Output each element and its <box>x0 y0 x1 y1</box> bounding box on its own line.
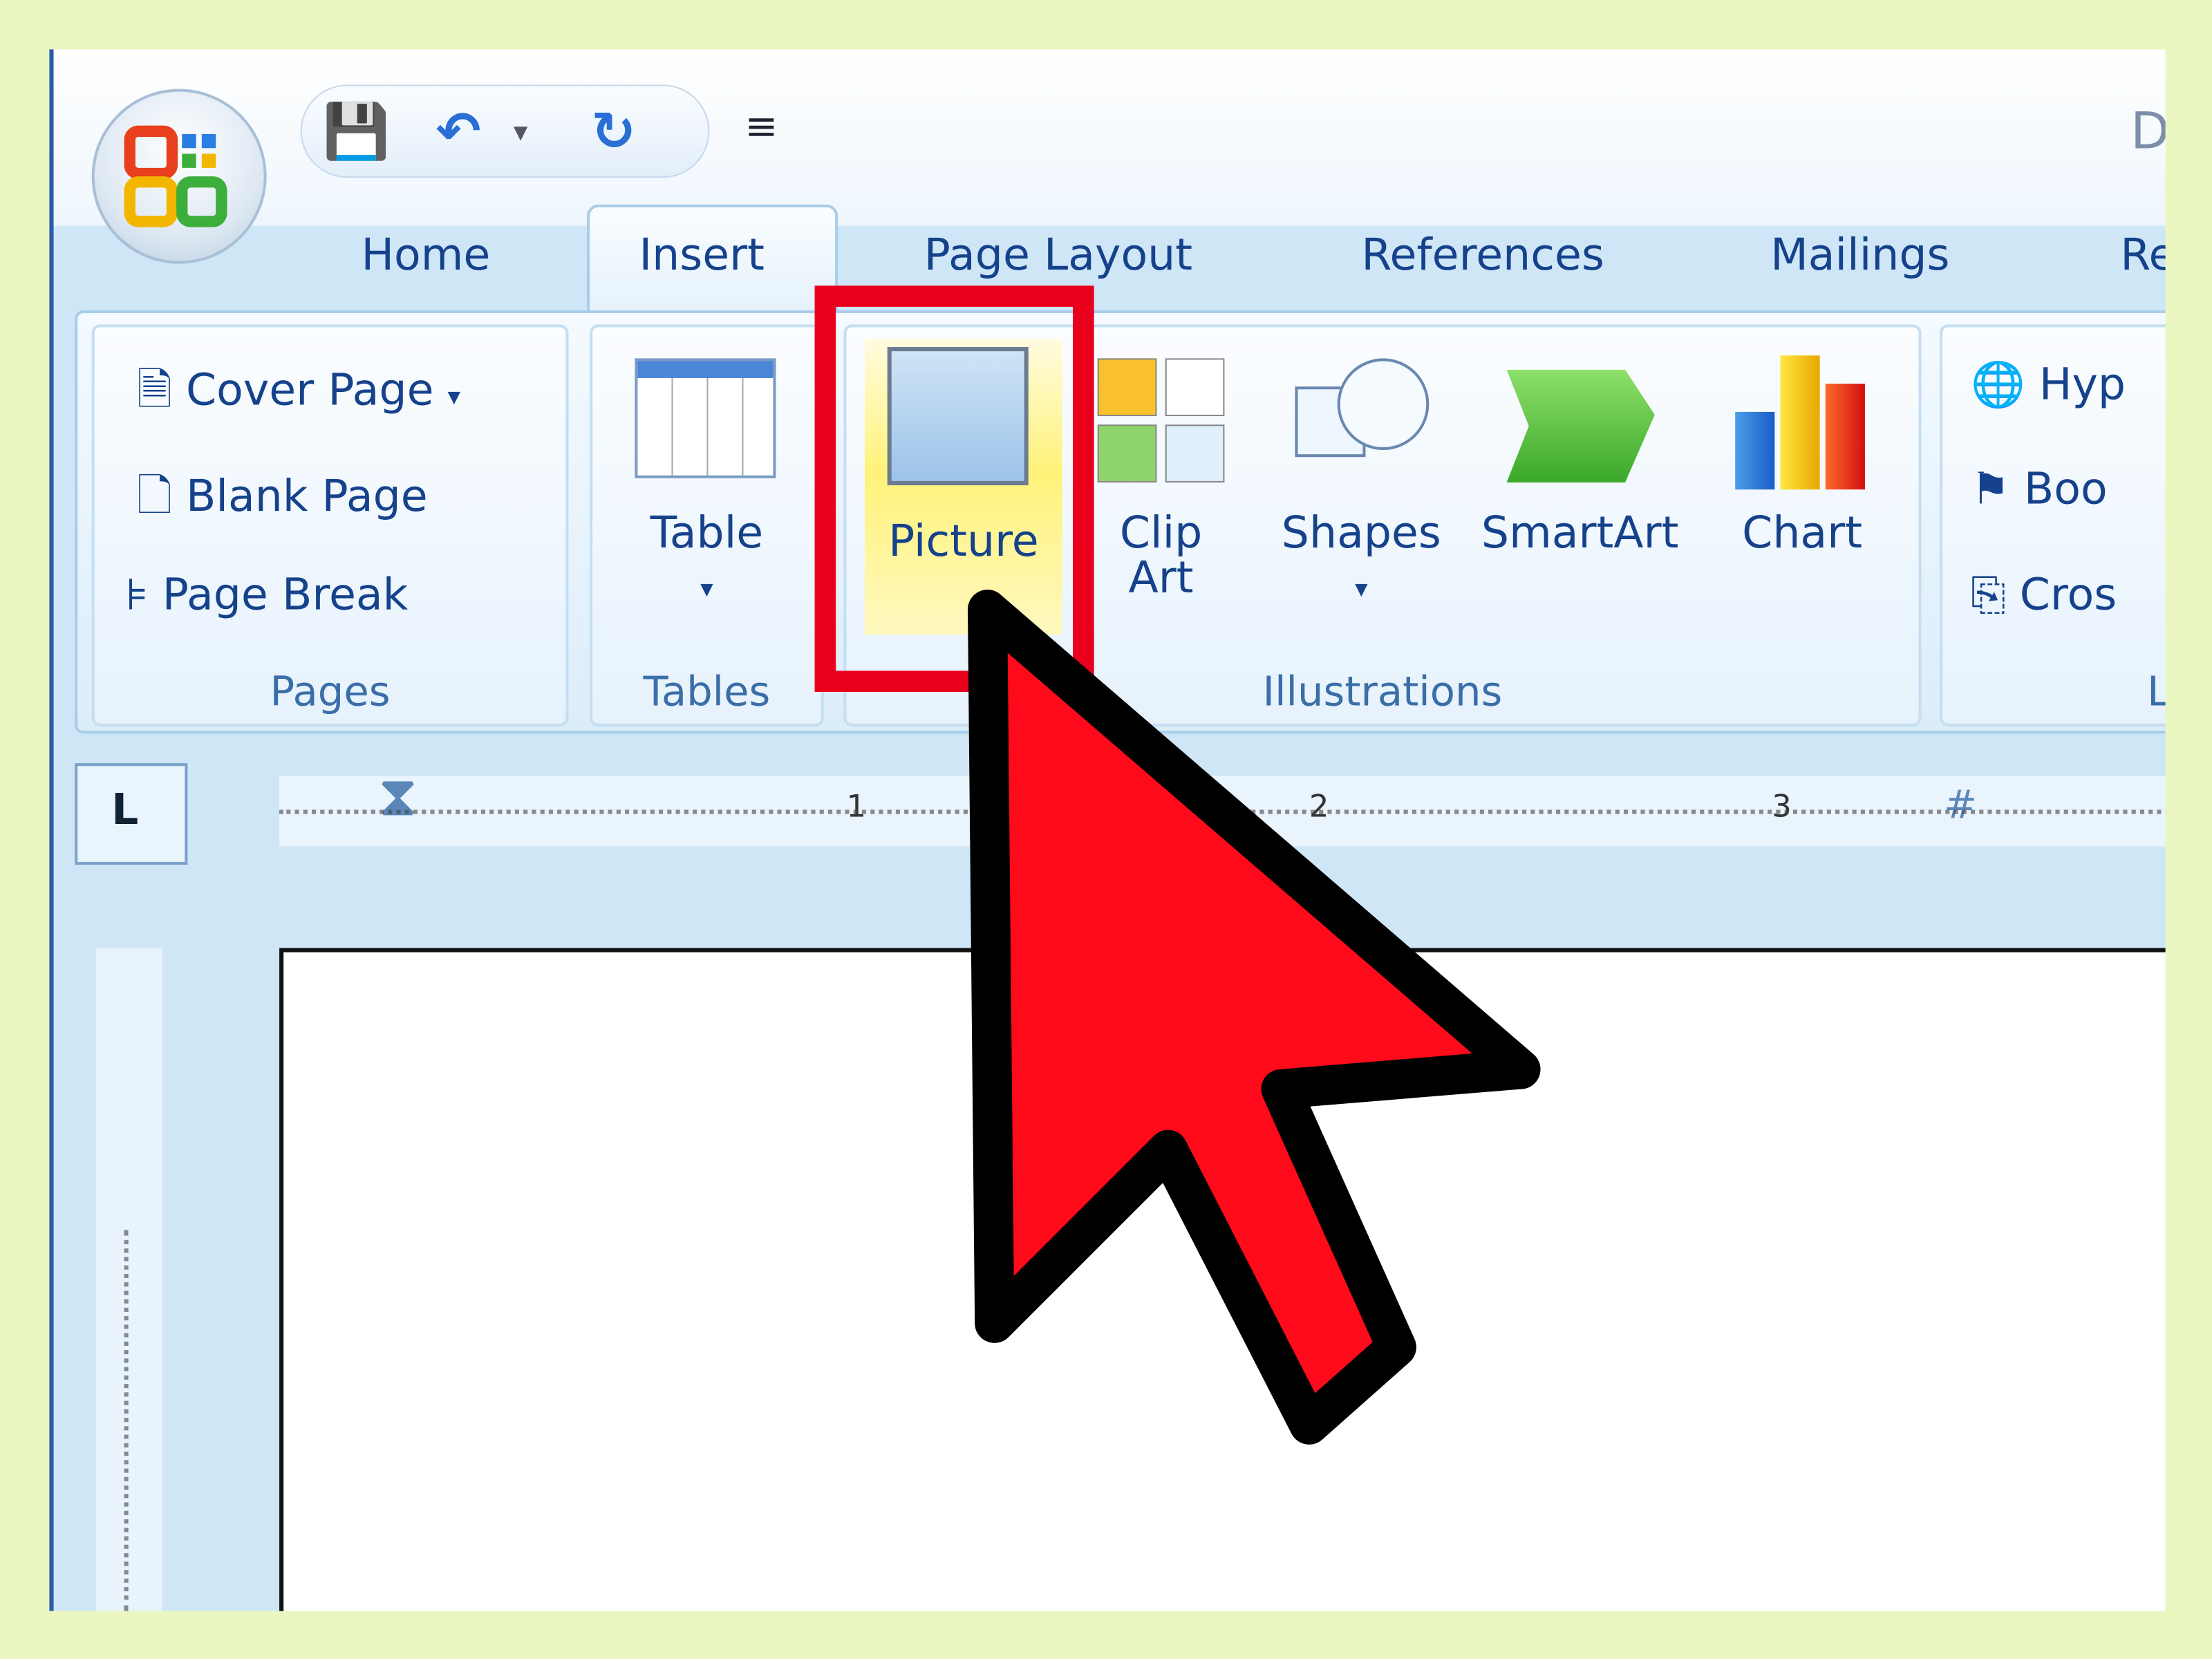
tab-insert[interactable]: Insert <box>639 230 764 281</box>
chart-button[interactable]: Chart <box>1714 511 1891 556</box>
table-button[interactable]: Table <box>592 511 821 556</box>
picture-button[interactable]: Picture <box>865 338 1062 635</box>
vertical-ruler[interactable] <box>95 948 162 1611</box>
chart-icon[interactable] <box>1735 355 1869 490</box>
undo-icon[interactable]: ↶ <box>436 103 481 160</box>
group-label-pages: Pages <box>270 667 391 715</box>
group-links: 🌐 Hyp ⚑ Boo ⎘ Cros L <box>1940 324 2166 727</box>
horizontal-ruler[interactable]: ⧗ 1 2 3 # <box>279 765 2166 847</box>
quick-access-toolbar: 💾 ↶ ▾ ↻ <box>300 84 710 178</box>
tab-home[interactable]: Home <box>361 230 490 281</box>
chevron-down-icon: ▾ <box>447 382 461 412</box>
redo-icon[interactable]: ↻ <box>591 103 636 160</box>
blank-page-icon: 🗋 <box>136 471 172 523</box>
office-logo-icon <box>124 125 227 227</box>
document-page[interactable] <box>279 948 2166 1611</box>
chevron-down-icon: ▾ <box>1355 574 1368 604</box>
screenshot: D 💾 ↶ ▾ ↻ ≡ Home Insert Page Layout Refe… <box>0 0 2212 1659</box>
tab-page-layout[interactable]: Page Layout <box>924 230 1192 281</box>
ribbon: 🗎 Cover Page ▾ 🗋 Blank Page ⊧ Page Break… <box>75 310 2166 734</box>
picture-icon <box>887 347 1029 486</box>
group-label-illustrations: Illustrations <box>1262 667 1503 715</box>
tab-mailings[interactable]: Mailings <box>1770 230 1949 281</box>
indent-marker-icon[interactable]: ⧗ <box>378 765 418 830</box>
word-window: D 💾 ↶ ▾ ↻ ≡ Home Insert Page Layout Refe… <box>49 49 2166 1611</box>
bookmark-flag-icon: ⚑ <box>1970 464 2010 515</box>
group-illustrations: Picture Clip Art Shapes ▾ SmartArt Chart … <box>843 324 1922 727</box>
tab-review[interactable]: Re <box>2120 230 2165 281</box>
smartart-icon[interactable] <box>1506 369 1655 482</box>
smartart-button[interactable]: SmartArt <box>1474 511 1686 556</box>
tab-references[interactable]: References <box>1361 230 1604 281</box>
cover-page-button[interactable]: 🗎 Cover Page ▾ <box>137 358 460 433</box>
page-break-button[interactable]: ⊧ Page Break <box>126 570 409 620</box>
window-title: D <box>2130 103 2165 161</box>
group-tables: Table ▾ Tables <box>590 324 824 727</box>
blank-page-button[interactable]: 🗋 Blank Page <box>137 464 428 538</box>
cover-page-icon: 🗎 <box>136 365 172 417</box>
left-tab-icon: L <box>111 785 139 836</box>
undo-dropdown-icon[interactable]: ▾ <box>514 103 528 160</box>
shapes-button[interactable]: Shapes <box>1270 511 1453 556</box>
group-pages: 🗎 Cover Page ▾ 🗋 Blank Page ⊧ Page Break… <box>91 324 569 727</box>
hyperlink-button[interactable]: 🌐 Hyp <box>1970 358 2126 411</box>
globe-link-icon: 🌐 <box>1970 359 2025 411</box>
bookmark-button[interactable]: ⚑ Boo <box>1971 464 2108 514</box>
shapes-icon[interactable] <box>1295 358 1430 485</box>
clip-art-button[interactable]: Clip Art <box>1098 511 1225 601</box>
cross-reference-icon: ⎘ <box>1970 570 2006 621</box>
page-break-icon: ⊧ <box>125 570 149 621</box>
customize-qat-icon[interactable]: ≡ <box>745 103 778 149</box>
tab-selector[interactable]: L <box>75 763 188 865</box>
table-grid-marker-icon[interactable]: # <box>1944 782 1977 828</box>
cross-reference-button[interactable]: ⎘ Cros <box>1971 570 2117 622</box>
save-icon[interactable]: 💾 <box>323 103 390 160</box>
table-icon[interactable] <box>635 358 776 478</box>
chevron-down-icon: ▾ <box>700 574 713 604</box>
clip-art-icon[interactable] <box>1097 358 1225 482</box>
group-label-links: L <box>2147 667 2166 715</box>
group-label-tables: Tables <box>643 667 771 715</box>
office-button[interactable] <box>91 88 267 264</box>
